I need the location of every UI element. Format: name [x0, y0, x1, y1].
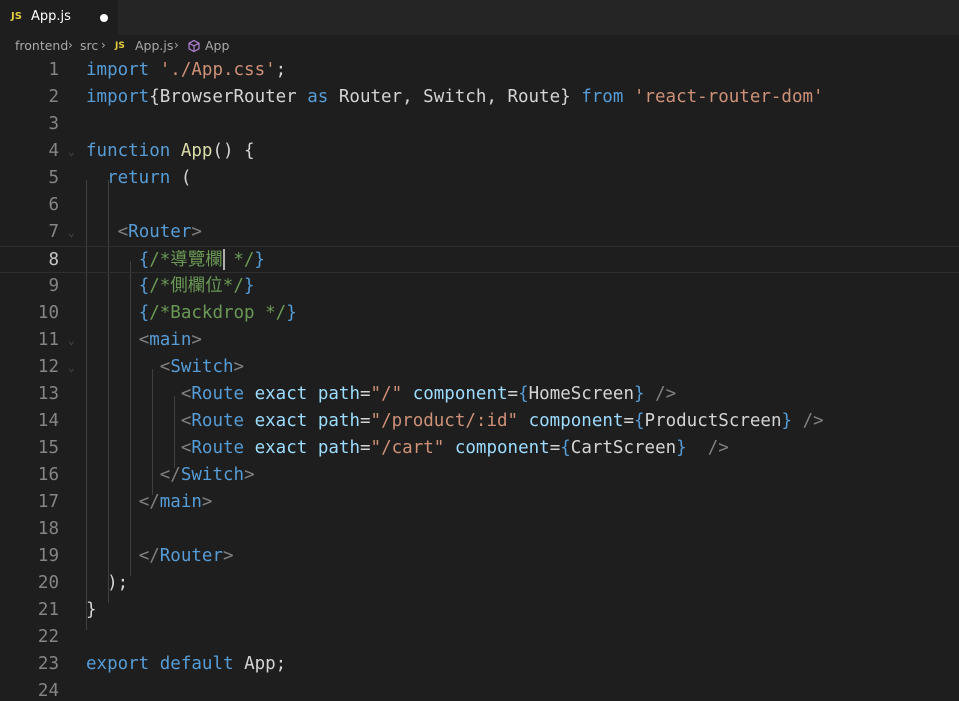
code-line[interactable]: 19 </Router>: [0, 543, 959, 570]
code-line[interactable]: 13 <Route exact path="/" component={Home…: [0, 381, 959, 408]
tab-app-js[interactable]: JS App.js: [0, 0, 118, 35]
code-text: <Route exact path="/cart" component={Car…: [180, 438, 729, 458]
line-number: 9: [48, 276, 59, 296]
code-line[interactable]: 15 <Route exact path="/cart" component={…: [0, 435, 959, 462]
chevron-right-icon: ›: [68, 38, 73, 52]
code-line[interactable]: 17 </main>: [0, 489, 959, 516]
text-cursor: [222, 249, 225, 270]
line-number: 22: [37, 627, 59, 647]
breadcrumb: frontend › src › JS App.js › App: [0, 35, 959, 57]
line-number: 6: [48, 195, 59, 215]
line-number: 4: [48, 141, 59, 161]
code-line[interactable]: 18: [0, 516, 959, 543]
tab-label: App.js: [31, 9, 71, 24]
line-number: 1: [48, 60, 59, 80]
code-line[interactable]: 9 {/*側欄位*/}: [0, 273, 959, 300]
unsaved-changes-dot-icon[interactable]: [100, 14, 108, 22]
code-line[interactable]: 3: [0, 111, 959, 138]
line-number: 3: [48, 114, 59, 134]
code-line[interactable]: 12 ⌄ <Switch>: [0, 354, 959, 381]
line-number: 8: [48, 250, 59, 270]
code-line[interactable]: 2 import{BrowserRouter as Router, Switch,…: [0, 84, 959, 111]
code-line[interactable]: 11 ⌄ <main>: [0, 327, 959, 354]
code-line[interactable]: 24: [0, 678, 959, 701]
code-text: <Router>: [117, 222, 202, 242]
code-text: </Router>: [138, 546, 234, 566]
javascript-file-icon: JS: [11, 11, 22, 22]
line-number: 2: [48, 87, 59, 107]
fold-chevron-icon[interactable]: ⌄: [68, 219, 75, 246]
breadcrumb-item-file[interactable]: App.js: [135, 38, 173, 53]
code-text: export default App;: [86, 654, 287, 674]
breadcrumb-item-symbol[interactable]: App: [205, 38, 229, 53]
line-number: 19: [37, 546, 59, 566]
breadcrumb-item-frontend[interactable]: frontend: [15, 38, 68, 53]
fold-chevron-icon[interactable]: ⌄: [68, 354, 75, 381]
code-editor[interactable]: 1 import './App.css'; 2 import{BrowserRoute…: [0, 57, 959, 701]
editor-tab-strip: JS App.js: [0, 0, 959, 35]
code-line[interactable]: 6: [0, 192, 959, 219]
code-line[interactable]: 21}: [0, 597, 959, 624]
symbol-cube-icon: [188, 39, 200, 53]
code-text: <Route exact path="/product/:id" compone…: [180, 411, 824, 431]
chevron-right-icon: ›: [174, 38, 179, 52]
code-text: </main>: [138, 492, 213, 512]
line-number: 14: [37, 411, 59, 431]
code-line[interactable]: 23 export default App;: [0, 651, 959, 678]
code-text: function App() {: [86, 141, 255, 161]
code-line[interactable]: 16 </Switch>: [0, 462, 959, 489]
code-line[interactable]: 22: [0, 624, 959, 651]
line-number: 15: [37, 438, 59, 458]
code-text: );: [86, 573, 129, 593]
code-text: <main>: [138, 330, 202, 350]
line-number: 17: [37, 492, 59, 512]
line-number: 11: [37, 330, 59, 350]
line-number: 7: [48, 222, 59, 242]
code-line[interactable]: 20 );: [0, 570, 959, 597]
code-text: import{BrowserRouter as Router, Switch, …: [86, 87, 824, 107]
code-text: return (: [107, 168, 192, 188]
line-number: 13: [37, 384, 59, 404]
code-text: {/*Backdrop */}: [138, 303, 297, 323]
line-number: 21: [37, 600, 59, 620]
line-number: 23: [37, 654, 59, 674]
javascript-file-icon: JS: [115, 41, 125, 51]
code-line[interactable]: 1 import './App.css';: [0, 57, 959, 84]
code-line[interactable]: 14 <Route exact path="/product/:id" comp…: [0, 408, 959, 435]
code-line[interactable]: 4 ⌄ function App() {: [0, 138, 959, 165]
code-text: import './App.css';: [86, 60, 287, 80]
line-number: 10: [37, 303, 59, 323]
line-number: 5: [48, 168, 59, 188]
code-text: <Switch>: [159, 357, 245, 377]
chevron-right-icon: ›: [101, 38, 106, 52]
breadcrumb-item-src[interactable]: src: [80, 38, 98, 53]
line-number: 24: [37, 681, 59, 701]
line-number: 20: [37, 573, 59, 593]
code-line[interactable]: 8 {/*導覽欄 */}: [0, 246, 959, 273]
code-line[interactable]: 10 {/*Backdrop */}: [0, 300, 959, 327]
fold-chevron-icon[interactable]: ⌄: [68, 327, 75, 354]
code-text: </Switch>: [159, 465, 255, 485]
fold-chevron-icon[interactable]: ⌄: [68, 138, 75, 165]
code-line[interactable]: 5 return (: [0, 165, 959, 192]
line-number: 18: [37, 519, 59, 539]
code-text: {/*側欄位*/}: [138, 276, 255, 296]
line-number: 12: [37, 357, 59, 377]
code-line[interactable]: 7 ⌄ <Router>: [0, 219, 959, 246]
code-text: }: [86, 600, 97, 620]
code-text: <Route exact path="/" component={HomeScr…: [180, 384, 677, 404]
code-text: {/*導覽欄 */}: [138, 250, 265, 270]
line-number: 16: [37, 465, 59, 485]
